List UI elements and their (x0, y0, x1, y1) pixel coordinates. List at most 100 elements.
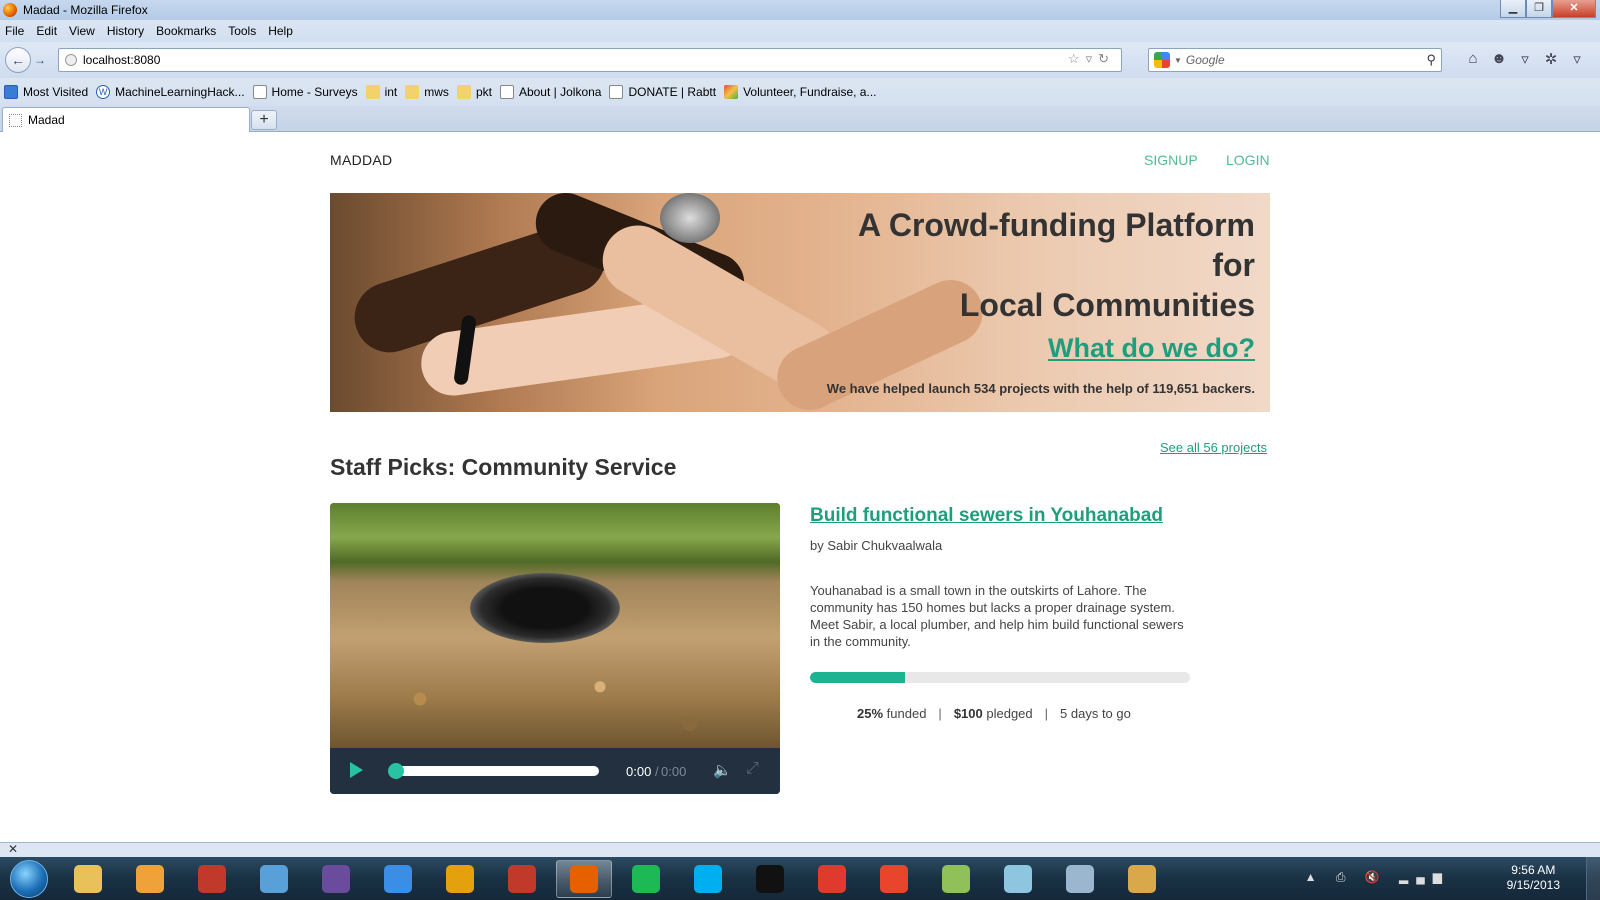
login-link[interactable]: LOGIN (1226, 152, 1270, 168)
menu-file[interactable]: File (5, 24, 24, 38)
time-current: 0:00 (626, 764, 652, 779)
explorer-icon (74, 865, 102, 893)
menu-tools[interactable]: Tools (228, 24, 256, 38)
hero-title-line: A Crowd-funding Platform (858, 207, 1255, 243)
menu-bar: File Edit View History Bookmarks Tools H… (0, 20, 1600, 42)
tab-label: Madad (28, 113, 65, 127)
fullscreen-icon[interactable]: ⤢ (746, 760, 759, 778)
stat-separator: | (938, 706, 942, 721)
bookmark-volunteer[interactable]: Volunteer, Fundraise, a... (724, 85, 876, 99)
taskbar-app-button[interactable] (60, 860, 116, 898)
bookmark-jolkona[interactable]: About | Jolkona (499, 85, 601, 99)
chevron-down-icon[interactable]: ▿ (1512, 50, 1538, 68)
tab-strip: Madad + (0, 106, 1600, 132)
minimize-button[interactable]: ▁ (1500, 0, 1526, 18)
addon-icon[interactable]: ☻ (1486, 50, 1512, 68)
chevron-down-icon[interactable]: ▼ (1174, 56, 1182, 65)
menu-bookmarks[interactable]: Bookmarks (156, 24, 216, 38)
bookmark-rabtt[interactable]: DONATE | Rabtt (609, 85, 716, 99)
what-do-we-do-link[interactable]: What do we do? (1048, 333, 1255, 364)
time-total: 0:00 (661, 764, 687, 779)
menu-history[interactable]: History (107, 24, 144, 38)
folder-icon (405, 85, 420, 99)
signup-link[interactable]: SIGNUP (1144, 152, 1198, 168)
find-bar: ✕ (0, 842, 1600, 857)
page-icon (609, 85, 624, 99)
site-identity-icon[interactable] (65, 54, 77, 66)
url-text[interactable]: localhost:8080 (83, 53, 160, 67)
taskbar-app-button[interactable] (432, 860, 488, 898)
page-icon (252, 85, 267, 99)
page-icon (499, 85, 514, 99)
window-title: Madad - Mozilla Firefox (23, 3, 148, 17)
taskbar-app-button[interactable] (804, 860, 860, 898)
skype-icon (694, 865, 722, 893)
taskbar-app-button[interactable] (618, 860, 674, 898)
wordpress-icon: W (96, 85, 111, 99)
chevron-down-icon[interactable]: ▿ (1564, 50, 1590, 68)
site-logo[interactable]: MADDAD (330, 152, 392, 168)
taskbar-app-button[interactable] (308, 860, 364, 898)
maximize-button[interactable]: ❐ (1526, 0, 1552, 18)
taskbar-app-button[interactable] (742, 860, 798, 898)
forward-button[interactable]: → (31, 50, 49, 70)
seek-handle[interactable] (388, 763, 404, 779)
bookmark-home-surveys[interactable]: Home - Surveys (252, 85, 358, 99)
filezilla-icon (198, 865, 226, 893)
taskbar-app-button[interactable] (680, 860, 736, 898)
taskbar-app-button[interactable] (556, 860, 612, 898)
hero-image-watch (660, 193, 720, 243)
menu-help[interactable]: Help (268, 24, 293, 38)
clock-time: 9:56 AM (1511, 863, 1556, 877)
start-button[interactable] (10, 859, 48, 898)
new-tab-button[interactable]: + (251, 110, 277, 130)
most-visited-icon (4, 85, 18, 99)
bookmark-folder-pkt[interactable]: pkt (456, 85, 492, 99)
close-window-button[interactable]: ✕ (1552, 0, 1596, 18)
bookmark-most-visited[interactable]: Most Visited (4, 85, 88, 99)
taskbar-app-button[interactable] (928, 860, 984, 898)
search-bar[interactable]: ▼ Google ⚲ (1148, 48, 1442, 72)
taskbar-app-button[interactable] (122, 860, 178, 898)
taskbar-app-button[interactable] (866, 860, 922, 898)
reload-icon[interactable]: ↻ (1098, 51, 1115, 66)
google-icon[interactable] (1154, 52, 1170, 68)
taskbar-app-button[interactable] (494, 860, 550, 898)
url-bar[interactable]: localhost:8080 ☆▿↻ (58, 48, 1122, 72)
back-button[interactable]: ← (5, 47, 31, 73)
bookmark-star-icon[interactable]: ☆ (1068, 51, 1086, 66)
pledged-label: pledged (986, 706, 1033, 721)
volume-icon[interactable]: 🔈 (713, 761, 732, 779)
search-input[interactable]: Google (1186, 53, 1225, 67)
hero-stats: We have helped launch 534 projects with … (826, 381, 1255, 396)
system-clock[interactable]: 9:56 AM 9/15/2013 (1507, 863, 1560, 893)
show-desktop-button[interactable] (1586, 857, 1600, 900)
bookmark-folder-mws[interactable]: mws (405, 85, 449, 99)
taskbar-app-button[interactable] (1114, 860, 1170, 898)
home-icon[interactable]: ⌂ (1460, 50, 1486, 68)
system-tray-icons[interactable]: ▲ ⎙ 🔇 ▂▄▆ (1305, 870, 1450, 885)
taskbar-app-button[interactable] (370, 860, 426, 898)
menu-view[interactable]: View (69, 24, 95, 38)
menu-edit[interactable]: Edit (36, 24, 57, 38)
taskbar-app-button[interactable] (990, 860, 1046, 898)
dropdown-icon[interactable]: ▿ (1086, 51, 1099, 66)
project-title-link[interactable]: Build functional sewers in Youhanabad (810, 505, 1163, 527)
play-icon[interactable] (350, 762, 363, 778)
taskbar-app-button[interactable] (1052, 860, 1108, 898)
see-all-projects-link[interactable]: See all 56 projects (1160, 440, 1267, 455)
project-video[interactable]: 0:00 / 0:00 🔈 ⤢ (330, 503, 780, 794)
addon-puzzle-icon[interactable]: ✲ (1538, 50, 1564, 68)
page-viewport: MADDAD SIGNUP LOGIN A Crowd-funding Plat… (0, 132, 1600, 842)
close-icon[interactable]: ✕ (8, 842, 18, 856)
bookmark-machinelearninghack[interactable]: W MachineLearningHack... (96, 85, 245, 99)
navigation-toolbar: ← → localhost:8080 ☆▿↻ ▼ Google ⚲ ⌂ ☻ ▿ … (0, 42, 1600, 78)
taskbar-app-button[interactable] (246, 860, 302, 898)
tab-madad[interactable]: Madad (2, 107, 250, 132)
bookmark-folder-int[interactable]: int (365, 85, 397, 99)
search-icon[interactable]: ⚲ (1426, 52, 1436, 68)
outlook-icon (136, 865, 164, 893)
chrome-icon (260, 865, 288, 893)
seek-bar[interactable] (395, 766, 599, 776)
taskbar-app-button[interactable] (184, 860, 240, 898)
